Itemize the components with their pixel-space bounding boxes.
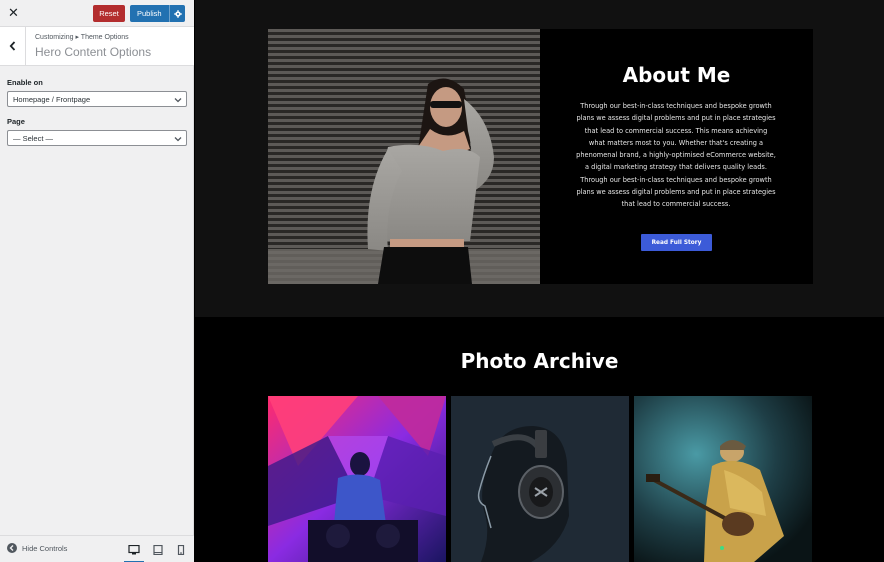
hide-controls-label: Hide Controls	[22, 543, 68, 553]
enable-on-value: Homepage / Frontpage	[13, 94, 91, 104]
chevron-down-icon	[174, 98, 182, 103]
about-title: About Me	[622, 63, 731, 87]
chevron-left-icon	[9, 41, 16, 51]
back-button[interactable]	[0, 27, 26, 65]
preview-mobile-button[interactable]	[171, 545, 191, 562]
collapse-arrow-icon	[7, 543, 17, 553]
publish-settings-button[interactable]	[169, 5, 185, 22]
reset-button[interactable]: Reset	[93, 5, 125, 22]
guitarist-image	[634, 396, 812, 562]
section-title: Hero Content Options	[35, 45, 152, 59]
close-customizer-button[interactable]: ✕	[0, 0, 27, 26]
archive-photo-dj[interactable]	[268, 396, 446, 562]
publish-button[interactable]: Publish	[130, 5, 185, 22]
archive-photo-headphones[interactable]	[451, 396, 629, 562]
woman-portrait-image	[268, 78, 540, 284]
headphones-portrait-image	[451, 396, 629, 562]
preview-desktop-button[interactable]	[124, 545, 144, 562]
dj-image	[268, 396, 446, 562]
close-icon: ✕	[8, 5, 19, 21]
publish-label: Publish	[137, 9, 162, 18]
about-section: About Me Through our best-in-class techn…	[195, 0, 884, 317]
enable-on-label: Enable on	[7, 78, 43, 87]
customizer-sidebar: ✕ Reset Publish Customizing ▸ Theme Opti…	[0, 0, 194, 562]
site-preview: About Me Through our best-in-class techn…	[195, 0, 884, 562]
mobile-icon	[177, 545, 185, 555]
hide-controls-button[interactable]: Hide Controls	[7, 543, 67, 553]
gear-icon	[173, 9, 182, 18]
page-value: — Select —	[13, 133, 54, 143]
about-body: Through our best-in-class techniques and…	[576, 102, 776, 209]
photo-archive-title: Photo Archive	[460, 349, 619, 373]
page-select[interactable]: — Select —	[7, 130, 187, 146]
page-label: Page	[7, 117, 25, 126]
read-full-story-button[interactable]: Read Full Story	[641, 234, 712, 251]
chevron-down-icon	[174, 137, 182, 142]
preview-tablet-button[interactable]	[148, 545, 168, 562]
about-text-panel: About Me Through our best-in-class techn…	[540, 29, 813, 284]
breadcrumb: Customizing ▸ Theme Options	[35, 34, 129, 41]
desktop-icon	[128, 545, 140, 555]
about-card: About Me Through our best-in-class techn…	[268, 29, 813, 284]
section-title-bar: Customizing ▸ Theme Options Hero Content…	[0, 27, 194, 66]
tablet-icon	[153, 545, 163, 555]
enable-on-select[interactable]: Homepage / Frontpage	[7, 91, 187, 107]
sidebar-footer: Hide Controls	[0, 535, 194, 562]
about-photo	[268, 29, 540, 284]
archive-photo-guitarist[interactable]	[634, 396, 812, 562]
sidebar-header: ✕ Reset Publish	[0, 0, 194, 27]
